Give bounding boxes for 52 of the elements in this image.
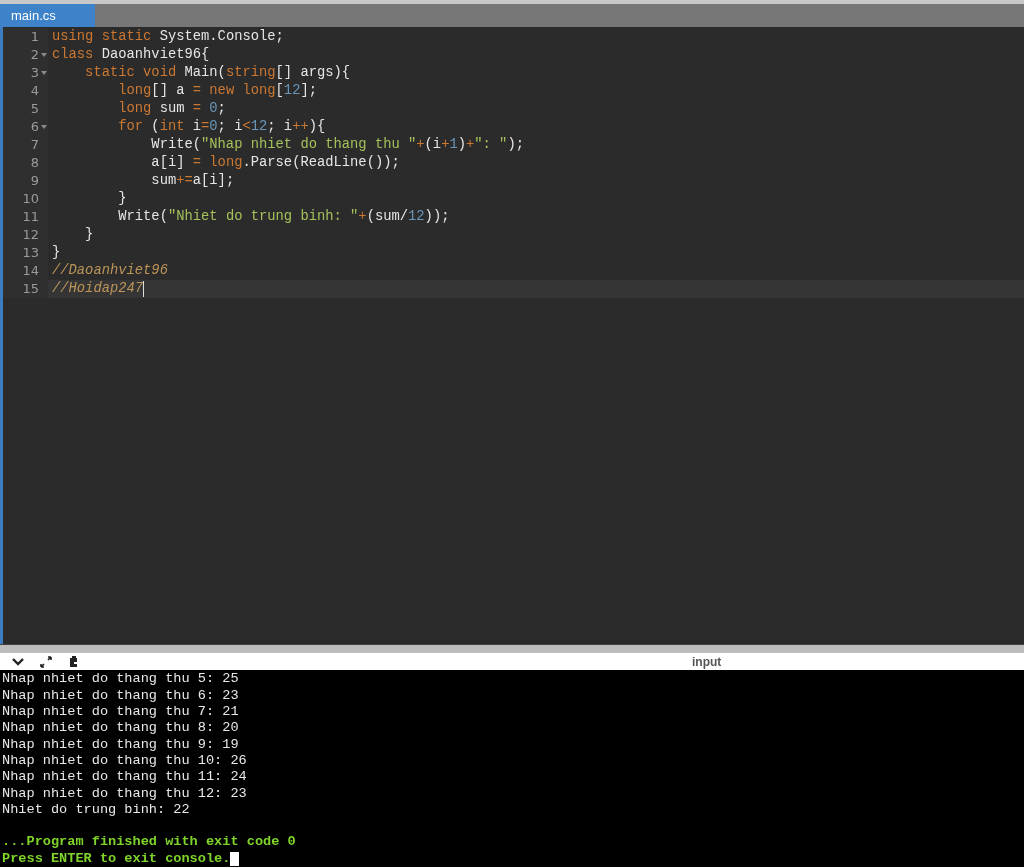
console-line: Nhap nhiet do thang thu 8: 20 bbox=[2, 720, 239, 737]
text-caret bbox=[143, 281, 145, 297]
code-line: } bbox=[84, 226, 94, 244]
line-number: 15 bbox=[22, 280, 39, 298]
line-number: 11 bbox=[22, 208, 39, 226]
line-number: 4 bbox=[30, 82, 39, 100]
console-output[interactable] bbox=[0, 670, 1024, 867]
code-line: static void Main(string[] args){ bbox=[84, 64, 351, 82]
code-line: a[i] = long.Parse(ReadLine()); bbox=[150, 154, 400, 172]
code-line: using static System.Console; bbox=[52, 28, 284, 46]
line-number: 9 bbox=[30, 172, 39, 190]
code-line: long sum = 0; bbox=[117, 100, 226, 118]
line-number: 10 bbox=[22, 190, 39, 208]
line-number: 3 bbox=[30, 64, 39, 82]
console-line: Nhap nhiet do thang thu 10: 26 bbox=[2, 752, 247, 770]
chevron-down-icon[interactable] bbox=[12, 657, 24, 666]
code-line: } bbox=[52, 244, 61, 262]
line-number: 12 bbox=[22, 226, 39, 244]
file-tab[interactable]: main.cs bbox=[0, 4, 95, 27]
console-line: Nhap nhiet do thang thu 12: 23 bbox=[2, 785, 247, 802]
console-line: Nhap nhiet do thang thu 6: 23 bbox=[2, 687, 239, 705]
console-input-label: input bbox=[692, 654, 722, 669]
line-number: 13 bbox=[22, 244, 39, 262]
status-message: Press ENTER to exit console. bbox=[2, 850, 231, 867]
fold-arrow-icon[interactable] bbox=[40, 53, 47, 57]
line-number: 2 bbox=[30, 46, 39, 64]
line-number: 14 bbox=[22, 262, 39, 280]
console-line: Nhap nhiet do thang thu 9: 19 bbox=[2, 736, 239, 753]
line-number: 6 bbox=[30, 118, 39, 136]
fold-arrow-icon[interactable] bbox=[40, 71, 47, 75]
code-line: sum+=a[i]; bbox=[150, 172, 235, 190]
code-comment: //Hoidap247 bbox=[52, 280, 144, 298]
console-line: Nhap nhiet do thang thu 11: 24 bbox=[2, 769, 247, 786]
line-number: 8 bbox=[30, 154, 39, 172]
status-message: ...Program finished with exit code 0 bbox=[2, 834, 296, 851]
panel-splitter[interactable] bbox=[0, 644, 1024, 654]
console-line: Nhap nhiet do thang thu 5: 25 bbox=[2, 671, 239, 688]
code-line: Write("Nhap nhiet do thang thu "+(i+1)+": "); bbox=[150, 136, 524, 154]
clipboard-icon[interactable] bbox=[68, 655, 80, 669]
code-line: class Daoanhviet96{ bbox=[52, 46, 210, 64]
code-comment: //Daoanhviet96 bbox=[52, 262, 168, 280]
fold-arrow-icon[interactable] bbox=[40, 125, 47, 129]
code-line: } bbox=[117, 190, 127, 208]
code-line: Write("Nhiet do trung binh: "+(sum/12)); bbox=[117, 208, 450, 226]
line-number: 5 bbox=[30, 100, 39, 118]
line-number: 7 bbox=[30, 136, 39, 154]
code-line: long[] a = new long[12]; bbox=[117, 82, 317, 100]
console-line: Nhap nhiet do thang thu 7: 21 bbox=[2, 704, 239, 721]
console-line: Nhiet do trung binh: 22 bbox=[2, 801, 190, 819]
line-number: 1 bbox=[30, 28, 39, 46]
code-line: for (int i=0; i<12; i++){ bbox=[117, 118, 326, 136]
expand-icon[interactable] bbox=[40, 655, 52, 668]
